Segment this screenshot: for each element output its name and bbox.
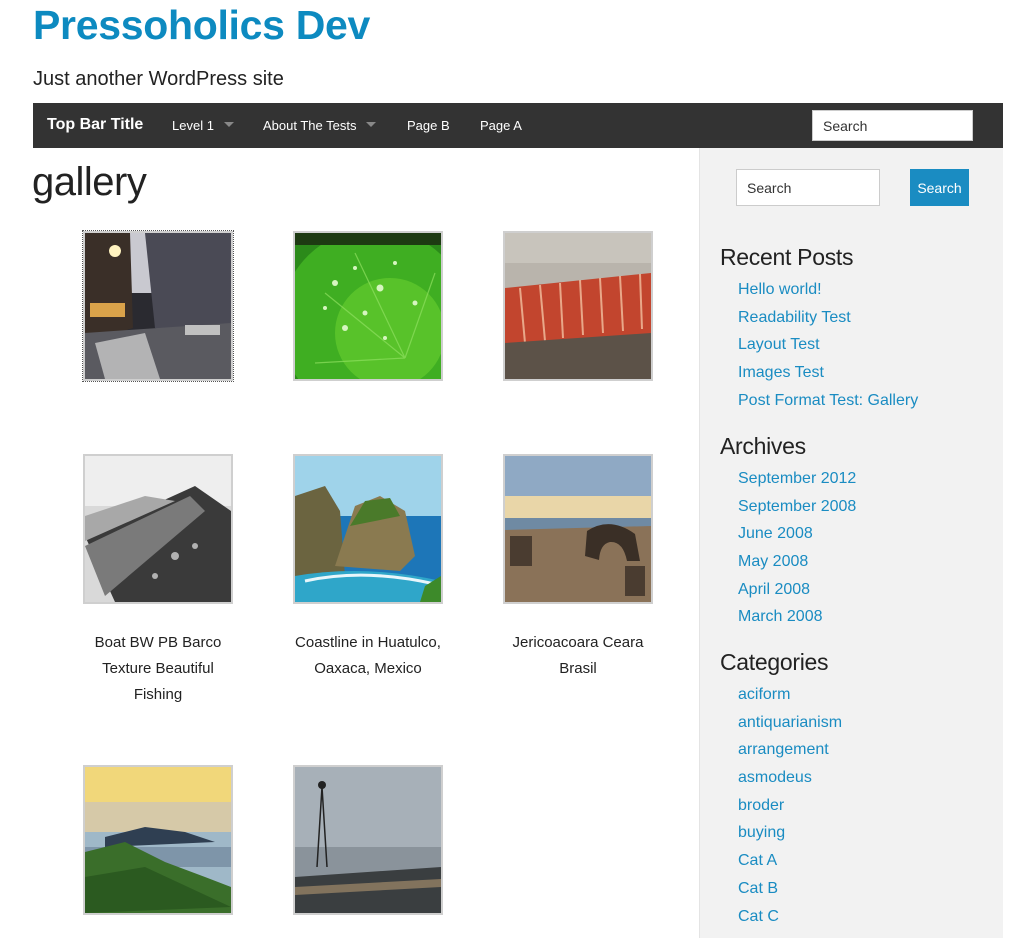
nav-item-level-1[interactable]: Level 1 — [172, 118, 234, 133]
recent-post-link[interactable]: Readability Test — [738, 309, 851, 326]
list-item: Images Test — [738, 359, 918, 387]
gallery-item — [68, 765, 248, 915]
category-link[interactable]: Cat B — [738, 880, 778, 897]
gallery-item: Jericoacoara Ceara Brasil — [488, 454, 668, 682]
list-item: Post Format Test: Gallery — [738, 387, 918, 415]
categories-title: Categories — [720, 649, 829, 675]
nav-item-label: Page A — [480, 118, 522, 133]
recent-post-link[interactable]: Hello world! — [738, 281, 822, 298]
gallery-item — [278, 765, 458, 915]
category-link[interactable]: antiquarianism — [738, 714, 842, 731]
archive-link[interactable]: March 2008 — [738, 608, 823, 625]
gallery-item — [278, 231, 458, 381]
archive-link[interactable]: April 2008 — [738, 581, 810, 598]
top-bar-search-input[interactable] — [812, 110, 973, 141]
gallery-thumbnail-green-leaf[interactable] — [293, 231, 443, 381]
list-item: asmodeus — [738, 764, 842, 792]
gallery-item — [488, 231, 668, 381]
gallery-caption: Boat BW PB Barco Texture Beautiful Fishi… — [94, 634, 222, 703]
beach-rock-arch-image — [505, 456, 651, 602]
category-link[interactable]: asmodeus — [738, 769, 812, 786]
list-item: March 2008 — [738, 603, 856, 631]
archive-link[interactable]: September 2008 — [738, 498, 856, 515]
archive-link[interactable]: May 2008 — [738, 553, 808, 570]
list-item: June 2008 — [738, 520, 856, 548]
recent-posts-list: Hello world! Readability Test Layout Tes… — [738, 276, 918, 414]
archive-link[interactable]: June 2008 — [738, 525, 813, 542]
list-item: September 2008 — [738, 493, 856, 521]
gallery-thumbnail-foggy-windmill[interactable] — [293, 765, 443, 915]
gallery-thumbnail-sunset-coast[interactable] — [83, 765, 233, 915]
site-description: Just another WordPress site — [33, 68, 284, 90]
list-item: broder — [738, 792, 842, 820]
gallery-thumbnail-city-street[interactable] — [82, 230, 234, 382]
gallery-thumbnail-red-crystal[interactable] — [503, 231, 653, 381]
gallery-item — [68, 230, 248, 382]
red-crystal-image — [505, 233, 651, 379]
gallery-item: Boat BW PB Barco Texture Beautiful Fishi… — [68, 454, 248, 708]
gallery-thumbnail-coastline[interactable] — [293, 454, 443, 604]
archives-list: September 2012 September 2008 June 2008 … — [738, 465, 856, 631]
recent-post-link[interactable]: Images Test — [738, 364, 824, 381]
archives-title: Archives — [720, 433, 806, 459]
caret-down-icon — [366, 122, 377, 127]
list-item: Readability Test — [738, 304, 918, 332]
sunset-coast-image — [85, 767, 231, 913]
nav-item-page-a[interactable]: Page A — [480, 118, 522, 133]
list-item: April 2008 — [738, 576, 856, 604]
recent-posts-title: Recent Posts — [720, 244, 854, 270]
list-item: aciform — [738, 681, 842, 709]
gallery-item: Coastline in Huatulco, Oaxaca, Mexico — [278, 454, 458, 682]
list-item: Cat C — [738, 903, 842, 931]
nav-item-label: Page B — [407, 118, 450, 133]
recent-post-link[interactable]: Layout Test — [738, 336, 820, 353]
gallery-caption: Jericoacoara Ceara Brasil — [512, 634, 644, 677]
nav-item-label: About The Tests — [263, 118, 357, 133]
category-link[interactable]: arrangement — [738, 741, 829, 758]
top-bar-title[interactable]: Top Bar Title — [47, 116, 143, 134]
list-item: antiquarianism — [738, 709, 842, 737]
list-item: Cat B — [738, 875, 842, 903]
category-link[interactable]: Cat A — [738, 852, 777, 869]
sidebar: Search Recent Posts Hello world! Readabi… — [699, 148, 1003, 938]
city-street-image — [85, 233, 231, 379]
coastline-image — [295, 456, 441, 602]
top-bar: Top Bar Title Level 1 About The Tests Pa… — [33, 103, 1003, 148]
list-item: buying — [738, 819, 842, 847]
gallery-caption: Coastline in Huatulco, Oaxaca, Mexico — [295, 634, 441, 677]
gallery-thumbnail-beach-arch[interactable] — [503, 454, 653, 604]
page-title: gallery — [32, 160, 147, 204]
list-item: Layout Test — [738, 331, 918, 359]
recent-post-link[interactable]: Post Format Test: Gallery — [738, 392, 918, 409]
category-link[interactable]: Cat C — [738, 908, 779, 925]
list-item: Cat A — [738, 847, 842, 875]
nav-item-page-b[interactable]: Page B — [407, 118, 450, 133]
nav-item-about-the-tests[interactable]: About The Tests — [263, 118, 377, 133]
nav-item-label: Level 1 — [172, 118, 214, 133]
category-link[interactable]: aciform — [738, 686, 790, 703]
list-item: May 2008 — [738, 548, 856, 576]
foggy-windmill-image — [295, 767, 441, 913]
gallery-thumbnail-boat[interactable] — [83, 454, 233, 604]
categories-list: aciform antiquarianism arrangement asmod… — [738, 681, 842, 930]
archive-link[interactable]: September 2012 — [738, 470, 856, 487]
sidebar-search-button[interactable]: Search — [910, 169, 969, 206]
caret-down-icon — [223, 122, 234, 127]
green-leaf-image — [295, 233, 441, 379]
category-link[interactable]: broder — [738, 797, 784, 814]
sidebar-search-input[interactable] — [736, 169, 880, 206]
list-item: September 2012 — [738, 465, 856, 493]
list-item: Hello world! — [738, 276, 918, 304]
site-title[interactable]: Pressoholics Dev — [33, 2, 370, 49]
category-link[interactable]: buying — [738, 824, 785, 841]
boat-bw-image — [85, 456, 231, 602]
list-item: arrangement — [738, 736, 842, 764]
